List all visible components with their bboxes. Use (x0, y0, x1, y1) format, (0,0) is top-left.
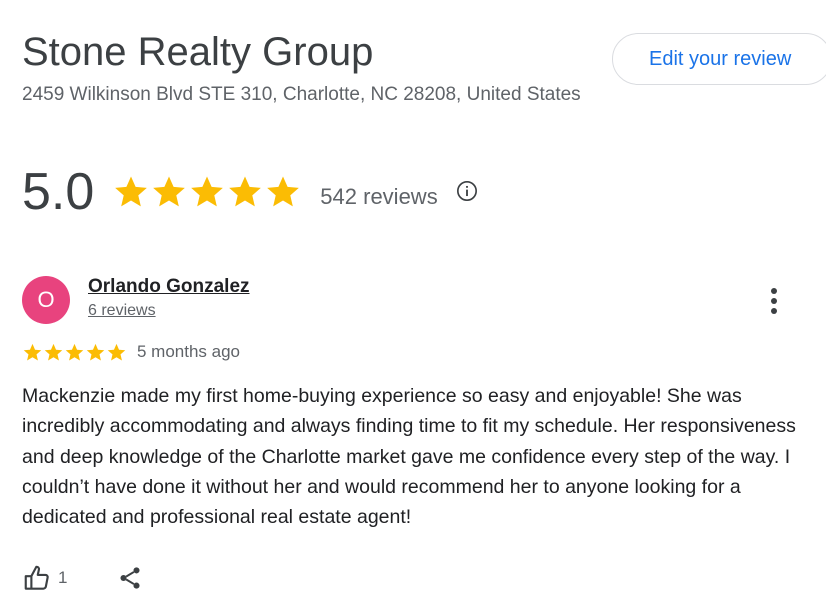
star-icon (44, 343, 63, 360)
star-icon (153, 176, 186, 207)
total-reviews-count: 542 reviews (320, 184, 438, 209)
star-icon (191, 176, 224, 207)
star-icon (115, 176, 148, 207)
review-meta: 5 months ago (22, 340, 240, 364)
thumbs-up-icon (24, 565, 49, 590)
review-stars (22, 342, 127, 363)
rating-summary: 5.0 542 reviews (22, 160, 478, 224)
edit-review-button[interactable]: Edit your review (612, 33, 826, 85)
review-actions: 1 (22, 562, 143, 594)
star-icon (229, 176, 262, 207)
reviewer-reviews-link[interactable]: 6 reviews (88, 302, 156, 320)
more-vertical-icon[interactable] (762, 286, 786, 316)
reviewer-name-link[interactable]: Orlando Gonzalez (88, 276, 250, 298)
star-icon (107, 343, 126, 360)
star-icon (86, 343, 105, 360)
rating-stars (112, 173, 302, 211)
share-icon[interactable] (117, 565, 143, 591)
star-icon (267, 176, 300, 207)
star-icon (23, 343, 42, 360)
review-date: 5 months ago (137, 342, 241, 361)
avatar[interactable]: O (22, 276, 70, 324)
business-address: 2459 Wilkinson Blvd STE 310, Charlotte, … (22, 84, 581, 105)
rating-value: 5.0 (22, 163, 95, 221)
review-panel: Stone Realty Group 2459 Wilkinson Blvd S… (0, 0, 826, 600)
info-icon[interactable] (456, 180, 478, 202)
like-count: 1 (58, 568, 68, 587)
business-name: Stone Realty Group (22, 30, 374, 74)
like-button[interactable]: 1 (22, 563, 67, 593)
review-text: Mackenzie made my first home-buying expe… (22, 385, 796, 529)
star-icon (65, 343, 84, 360)
